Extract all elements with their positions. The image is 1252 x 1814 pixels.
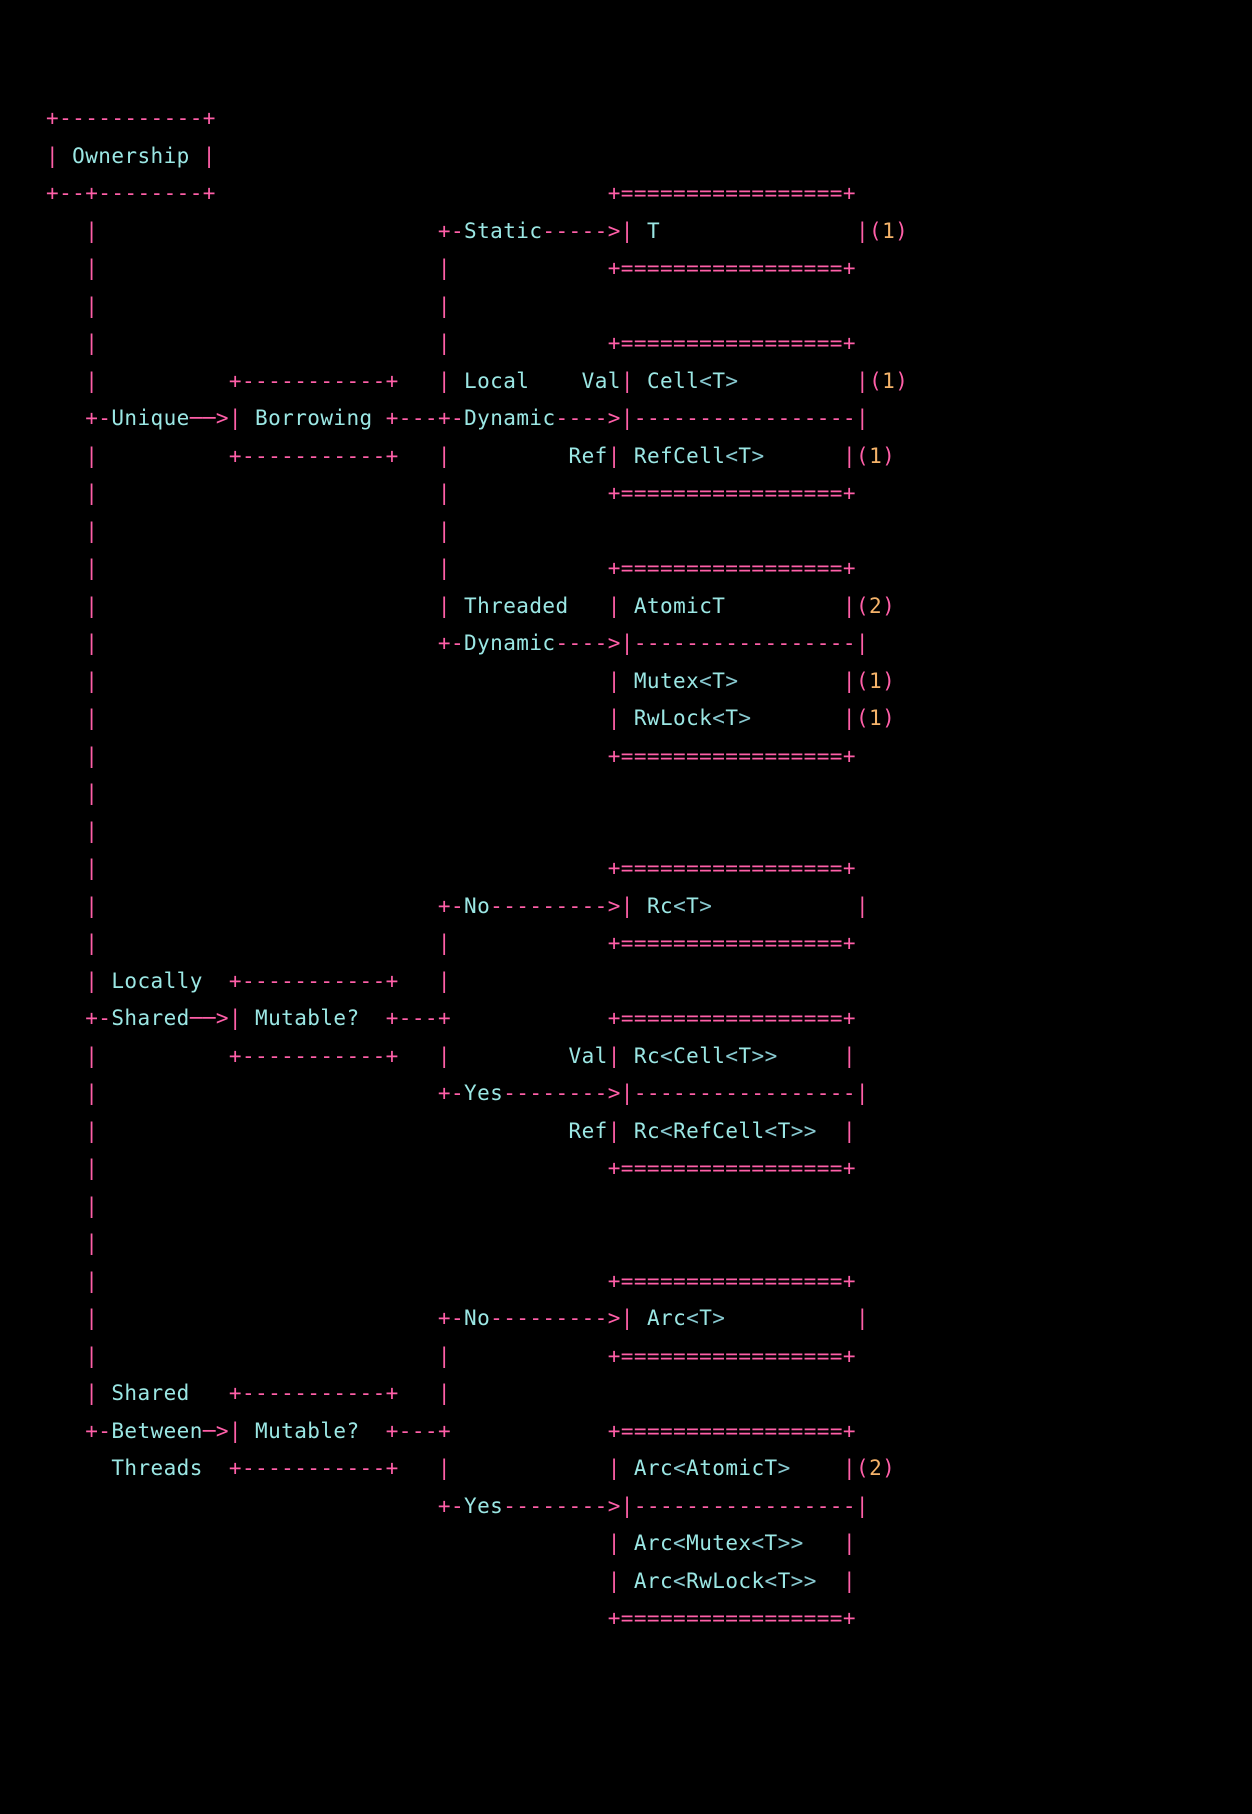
locally-line1: Locally [111, 969, 202, 993]
local-no: No [464, 894, 490, 918]
unique-label: Unique [111, 406, 189, 430]
note-refcell: 1 [869, 444, 882, 468]
note-mutex: 1 [869, 669, 882, 693]
ownership-ascii-diagram: +-----------+ | Ownership | +--+--------… [46, 100, 908, 1638]
mutable2-label: Mutable? [255, 1419, 360, 1443]
threads-yes: Yes [464, 1494, 503, 1518]
mutable1-label: Mutable? [255, 1006, 360, 1030]
ref-label-1: Ref [569, 444, 608, 468]
ref-label-2: Ref [569, 1119, 608, 1143]
shared-line3: Threads [111, 1456, 202, 1480]
local-line2: Dynamic [464, 406, 555, 430]
res-t: T [647, 219, 660, 243]
threaded-line2: Dynamic [464, 631, 555, 655]
borrowing-label: Borrowing [255, 406, 373, 430]
val-label-2: Val [569, 1044, 608, 1068]
shared-line1: Shared [111, 1381, 189, 1405]
note-t: 1 [882, 219, 895, 243]
threads-no: No [464, 1306, 490, 1330]
local-line1: Local [464, 369, 529, 393]
threaded-line1: Threaded [464, 594, 569, 618]
val-label-1: Val [582, 369, 621, 393]
shared-line2: Between [111, 1419, 202, 1443]
note-rwlock: 1 [869, 706, 882, 730]
static-label: Static [464, 219, 542, 243]
note-atomic: 2 [869, 594, 882, 618]
note-cell: 1 [882, 369, 895, 393]
locally-line2: Shared [111, 1006, 189, 1030]
local-yes: Yes [464, 1081, 503, 1105]
root-label: Ownership [72, 144, 190, 168]
note-arc-atomic: 2 [869, 1456, 882, 1480]
